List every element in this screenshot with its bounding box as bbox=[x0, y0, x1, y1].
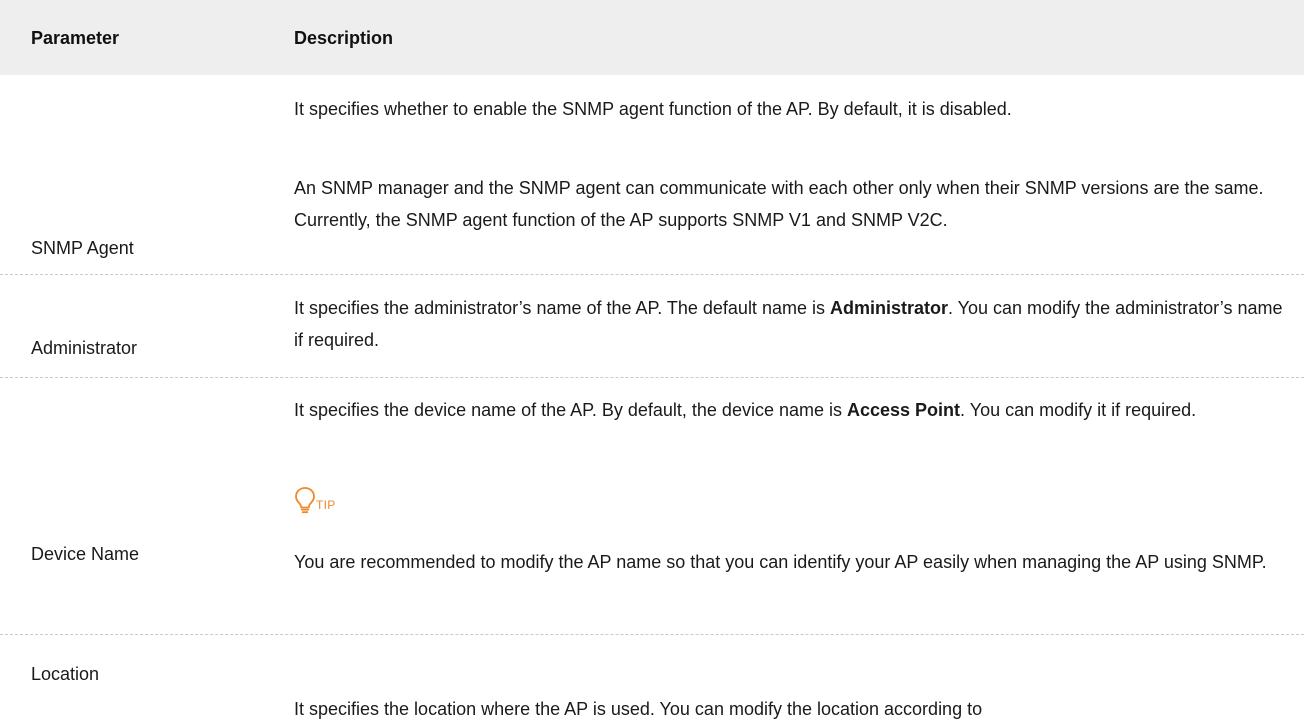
header-description: Description bbox=[294, 28, 394, 48]
param-snmp-agent: SNMP Agent bbox=[31, 238, 134, 258]
row-divider bbox=[0, 634, 1304, 635]
desc-snmp-agent-p1: It specifies whether to enable the SNMP … bbox=[294, 99, 1012, 119]
param-administrator: Administrator bbox=[31, 338, 138, 358]
tip-text: You are recommended to modify the AP nam… bbox=[294, 552, 1267, 572]
desc-administrator-bold: Administrator bbox=[829, 298, 948, 318]
param-location: Location bbox=[31, 664, 100, 684]
desc-device-name-bold: Access Point bbox=[847, 400, 961, 420]
row-divider bbox=[0, 377, 1304, 378]
desc-administrator: It specifies the administrator’s name of… bbox=[294, 292, 1284, 356]
lightbulb-icon bbox=[295, 487, 315, 514]
desc-device-name-text: It specifies the device name of the AP. … bbox=[294, 400, 847, 420]
desc-location: It specifies the location where the AP i… bbox=[294, 699, 983, 719]
desc-snmp-agent-p2: An SNMP manager and the SNMP agent can c… bbox=[294, 178, 1264, 230]
header-parameter: Parameter bbox=[31, 28, 120, 48]
param-device-name: Device Name bbox=[31, 544, 140, 564]
desc-administrator-text: It specifies the administrator’s name of… bbox=[294, 298, 830, 318]
tip-label: TIP bbox=[316, 498, 336, 512]
table-header: Parameter Description bbox=[0, 0, 1304, 75]
desc-device-name-text-after: . You can modify it if required. bbox=[960, 400, 1197, 420]
desc-device-name: It specifies the device name of the AP. … bbox=[294, 394, 1284, 426]
tip-callout: TIP bbox=[294, 486, 336, 514]
row-divider bbox=[0, 274, 1304, 275]
